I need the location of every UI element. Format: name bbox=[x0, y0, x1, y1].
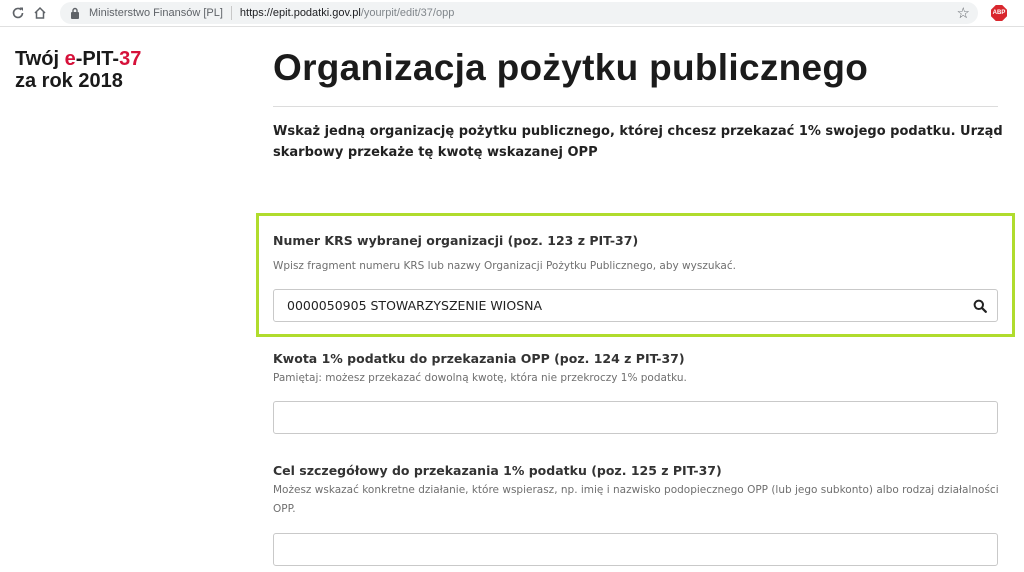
brand-pit: -PIT- bbox=[75, 48, 120, 70]
site-identity: Ministerstwo Finansów [PL] bbox=[89, 7, 223, 19]
url-host: https://epit.podatki.gov.pl bbox=[239, 7, 361, 19]
adblock-extension-icon[interactable]: ABP bbox=[991, 5, 1007, 21]
search-icon[interactable] bbox=[973, 299, 987, 313]
title-divider bbox=[273, 106, 998, 107]
krs-input-value: 0000050905 STOWARZYSZENIE WIOSNA bbox=[287, 298, 543, 313]
brand-number: 37 bbox=[119, 48, 142, 70]
goal-label: Cel szczegółowy do przekazania 1% podatk… bbox=[273, 463, 722, 478]
url-path: /yourpit/edit/37/opp bbox=[360, 7, 455, 19]
intro-text: Wskaż jedną organizację pożytku publiczn… bbox=[273, 124, 1003, 160]
brand-line-1: Twój e-PIT-37 bbox=[15, 48, 141, 70]
brand-prefix: Twój bbox=[15, 48, 65, 70]
amount-label: Kwota 1% podatku do przekazania OPP (poz… bbox=[273, 351, 685, 366]
amount-hint: Pamiętaj: możesz przekazać dowolną kwotę… bbox=[273, 372, 687, 384]
goal-input[interactable] bbox=[273, 533, 998, 566]
home-icon[interactable] bbox=[32, 5, 48, 21]
page-title: Organizacja pożytku publicznego bbox=[273, 47, 869, 88]
lock-icon bbox=[71, 7, 79, 19]
app-brand: Twój e-PIT-37 za rok 2018 bbox=[15, 48, 141, 92]
krs-label: Numer KRS wybranej organizacji (poz. 123… bbox=[273, 233, 639, 248]
krs-search-input[interactable]: 0000050905 STOWARZYSZENIE WIOSNA bbox=[273, 289, 998, 322]
address-bar[interactable]: Ministerstwo Finansów [PL] https://epit.… bbox=[60, 2, 978, 24]
amount-input[interactable] bbox=[273, 401, 998, 434]
reload-icon[interactable] bbox=[10, 5, 26, 21]
brand-e: e bbox=[64, 48, 76, 70]
brand-year: za rok 2018 bbox=[15, 70, 123, 92]
krs-hint: Wpisz fragment numeru KRS lub nazwy Orga… bbox=[273, 260, 736, 272]
goal-hint: Możesz wskazać konkretne działanie, któr… bbox=[273, 484, 999, 515]
omnibox-divider bbox=[230, 6, 232, 20]
bookmark-star-icon[interactable]: ☆ bbox=[957, 4, 970, 22]
browser-toolbar: Ministerstwo Finansów [PL] https://epit.… bbox=[0, 0, 1024, 27]
